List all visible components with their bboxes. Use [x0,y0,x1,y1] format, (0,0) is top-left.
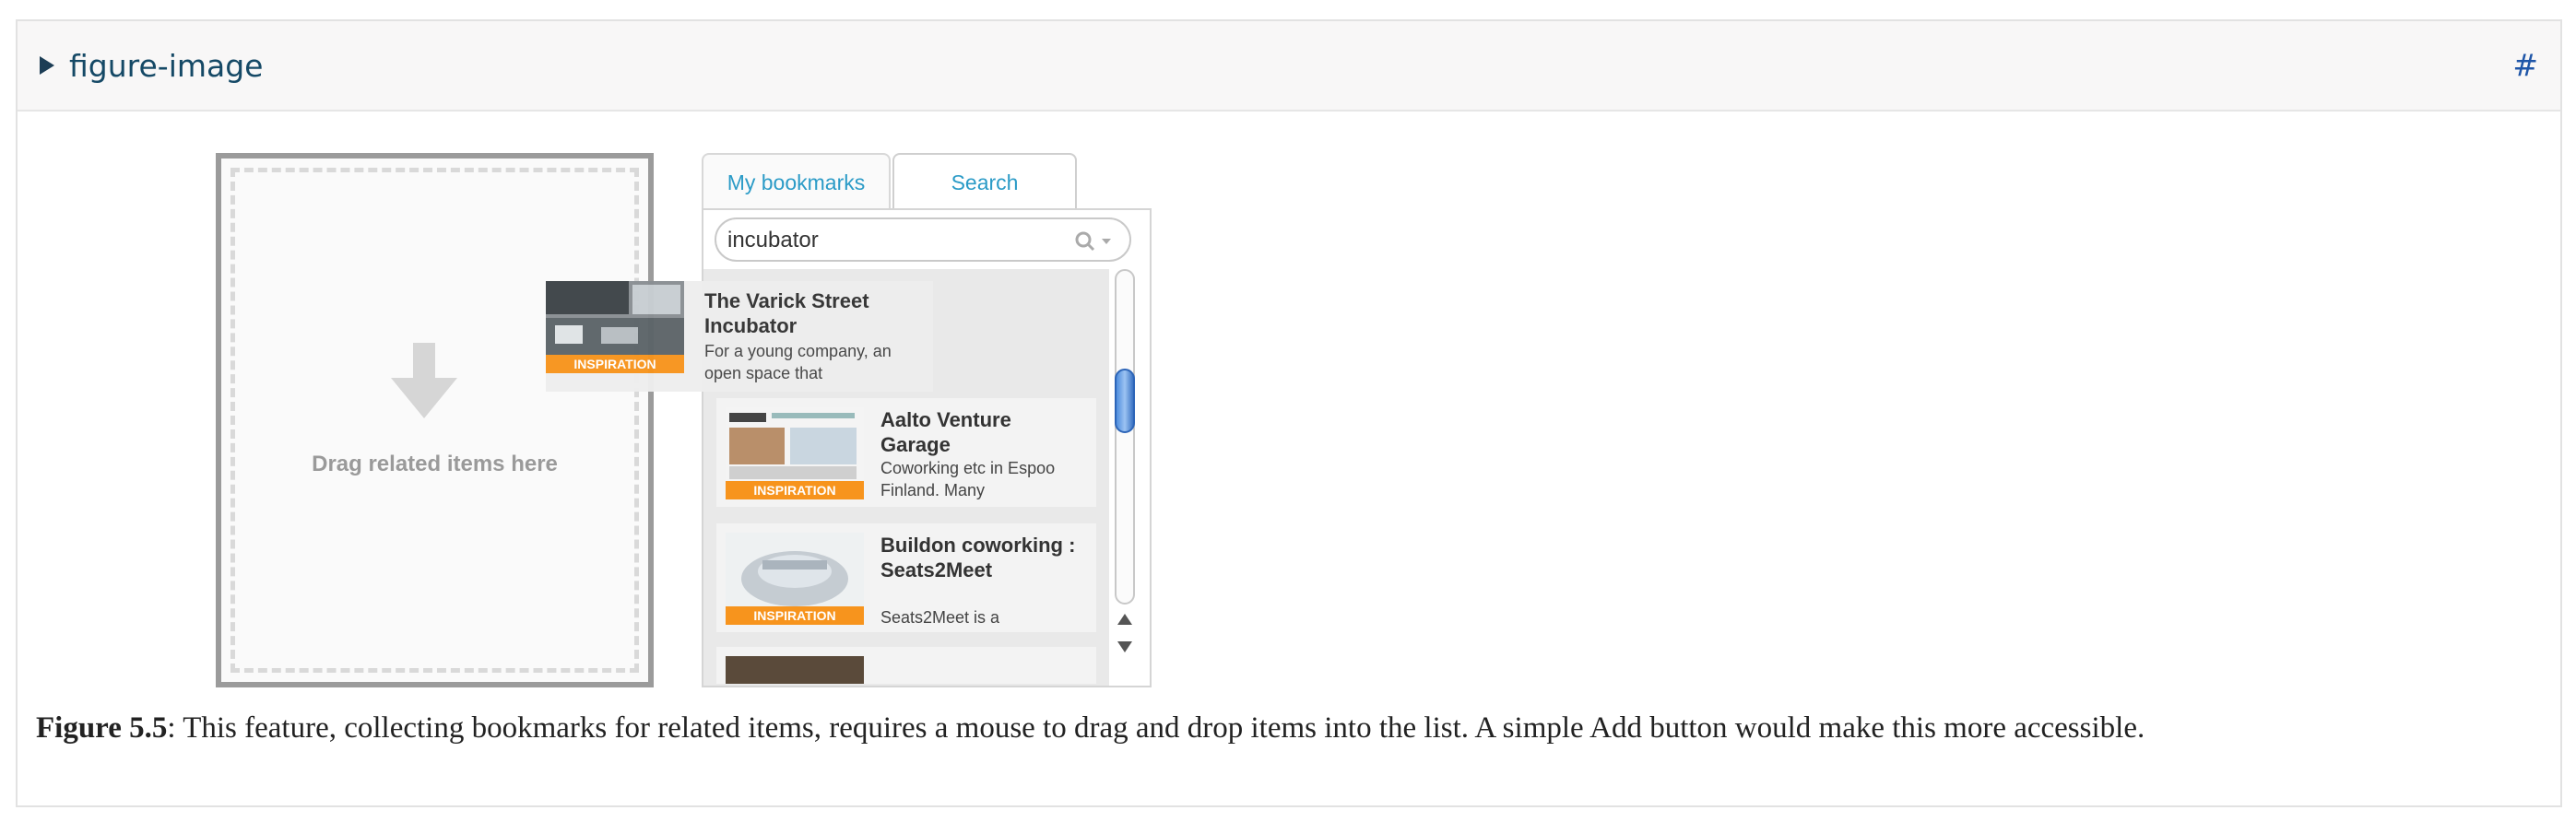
figure-label: Figure 5.5 [36,711,168,745]
search-value: incubator [727,228,819,252]
dragged-item[interactable]: INSPIRATION The Varick Street Incubator … [546,281,933,392]
search-icon[interactable] [1074,230,1113,252]
figure-toggle[interactable]: figure-image [40,47,264,84]
scrollbar[interactable] [1111,269,1137,675]
tab-search[interactable]: Search [892,153,1077,210]
item-thumbnail: INSPIRATION [726,533,864,625]
category-badge: INSPIRATION [726,481,864,499]
scrollbar-thumb[interactable] [1115,369,1135,433]
figure-image: Drag related items here My bookmarks Sea… [216,132,1156,694]
item-description: Seats2Meet is a [880,608,1000,627]
category-badge: INSPIRATION [726,606,864,625]
list-item[interactable]: INSPIRATION Buildon coworking : Seats2Me… [716,523,1096,632]
bookmark-panel: My bookmarks Search incubator INSPIRATIO… [702,153,1152,689]
figure-title: figure-image [69,47,264,84]
down-arrow-icon [391,343,457,418]
scroll-up-icon[interactable] [1117,614,1132,625]
scrollbar-track[interactable] [1115,269,1135,605]
scroll-down-icon[interactable] [1117,641,1132,652]
caption-text: : This feature, collecting bookmarks for… [167,711,2145,745]
drop-zone-label: Drag related items here [312,452,558,476]
list-item[interactable]: INSPIRATION Aalto Venture Garage Coworki… [716,398,1096,507]
panel-body: incubator INSPIRATION Aalto Venture Gara… [702,208,1152,687]
list-item[interactable] [716,647,1096,684]
item-thumbnail [726,656,864,684]
item-title: Buildon coworking : Seats2Meet [880,534,1076,581]
category-badge: INSPIRATION [546,355,684,373]
drop-zone[interactable]: Drag related items here [216,153,654,687]
disclosure-triangle-icon [40,56,54,75]
figure-caption: Figure 5.5: This feature, collecting boo… [36,701,2544,755]
anchor-link[interactable]: # [2512,47,2538,83]
item-thumbnail: INSPIRATION [546,281,684,373]
item-description: For a young company, an open space that [704,342,892,382]
search-input[interactable]: incubator [715,217,1131,262]
drop-zone-border [230,168,639,673]
figure-header: figure-image # [18,21,2560,112]
tab-my-bookmarks[interactable]: My bookmarks [702,153,891,210]
item-title: Aalto Venture Garage [880,408,1011,456]
item-title: The Varick Street Incubator [704,289,869,337]
item-description: Coworking etc in Espoo Finland. Many [880,459,1056,499]
item-thumbnail: INSPIRATION [726,407,864,499]
figure-container: figure-image # Drag related items here M… [16,19,2562,807]
